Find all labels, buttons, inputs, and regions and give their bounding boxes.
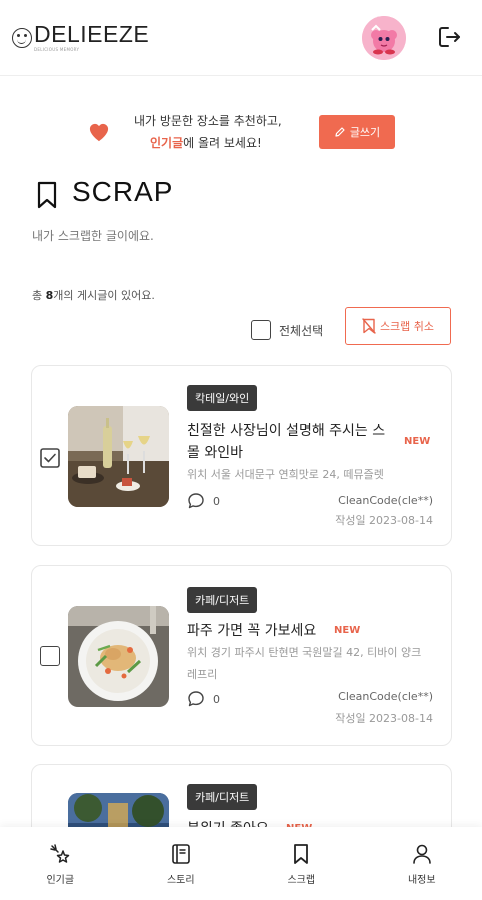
post-author: CleanCode(cle**): [338, 494, 433, 507]
category-badge: 칵테일/와인: [187, 385, 258, 411]
comment-count: 0: [187, 690, 220, 708]
cancel-scrap-button[interactable]: 스크랩 취소: [345, 307, 451, 345]
page-title: SCRAP: [72, 176, 174, 207]
popular-highlight: 인기글: [150, 136, 184, 150]
pasta-photo: [68, 606, 169, 707]
select-all-checkbox[interactable]: [251, 320, 271, 340]
post-thumbnail[interactable]: [68, 406, 169, 507]
bookmark-icon: [294, 844, 309, 864]
comment-icon: [188, 691, 204, 707]
post-card[interactable]: 카페/디저트 파주 가면 꼭 가보세요 NEW 위치 경기 파주시 탄현면 국원…: [31, 565, 452, 746]
nav-item-story[interactable]: 스토리: [121, 827, 242, 900]
wine-photo: [68, 406, 169, 507]
avatar[interactable]: [362, 16, 406, 60]
sparkles-icon: [50, 844, 70, 863]
nav-label: 인기글: [46, 875, 75, 886]
select-all-toggle[interactable]: 전체선택: [251, 320, 323, 340]
category-badge: 카페/디저트: [187, 784, 258, 810]
banner-text-line2-rest: 에 올려 보세요!: [183, 136, 262, 150]
bottom-nav: 인기글 스토리 스크랩 내정보: [0, 827, 482, 900]
app-header: DELIEEZE DELICIOUS MEMORY: [0, 0, 482, 76]
new-badge: NEW: [334, 625, 361, 636]
nav-item-popular[interactable]: 인기글: [0, 827, 121, 900]
write-post-label: 글쓰기: [349, 126, 381, 139]
category-badge: 카페/디저트: [187, 587, 258, 613]
post-thumbnail[interactable]: [68, 606, 169, 707]
logo[interactable]: DELIEEZE DELICIOUS MEMORY: [12, 22, 149, 52]
nav-label: 스토리: [166, 875, 195, 886]
pencil-icon: [335, 127, 345, 137]
smiley-logo-icon: [12, 28, 32, 48]
post-address: 위치 경기 파주시 탄현면 국원말길 42, 티바이 양크레프리: [187, 646, 422, 681]
heart-icon: [89, 123, 109, 142]
book-icon: [171, 844, 190, 864]
nav-item-scrap[interactable]: 스크랩: [241, 827, 362, 900]
logout-button[interactable]: [437, 24, 463, 50]
logo-subtext: DELICIOUS MEMORY: [34, 47, 80, 52]
banner-text-line1: 내가 방문한 장소를 추천하고,: [134, 114, 282, 128]
comment-icon: [188, 493, 204, 509]
nav-item-profile[interactable]: 내정보: [362, 827, 482, 900]
post-address: 위치 서울 서대문구 연희맛로 24, 떼뮤즐렛: [187, 468, 384, 481]
banner-text-line2: 인기글에 올려 보세요!: [150, 134, 262, 151]
post-card[interactable]: 칵테일/와인 친절한 사장님이 설명해 주시는 스몰 와인바 NEW 위치 서울…: [31, 365, 452, 546]
post-checkbox-checked[interactable]: [40, 448, 60, 468]
recommend-banner: 내가 방문한 장소를 추천하고, 인기글에 올려 보세요! 글쓰기: [0, 108, 482, 156]
post-date: 작성일 2023-08-14: [335, 712, 433, 725]
bookmark-off-icon: [362, 318, 376, 334]
cancel-scrap-label: 스크랩 취소: [379, 320, 435, 333]
page-subtitle: 내가 스크랩한 글이에요.: [32, 229, 154, 243]
nav-label: 내정보: [407, 875, 436, 886]
post-checkbox[interactable]: [40, 646, 60, 666]
user-icon: [412, 844, 431, 864]
post-author: CleanCode(cle**): [338, 690, 433, 703]
comment-count: 0: [187, 492, 220, 510]
logo-text: DELIEEZE: [34, 21, 150, 47]
select-all-label: 전체선택: [279, 323, 324, 338]
post-title[interactable]: 친절한 사장님이 설명해 주시는 스몰 와인바: [187, 420, 387, 464]
post-date: 작성일 2023-08-14: [335, 514, 433, 527]
new-badge: NEW: [404, 436, 431, 447]
logout-icon: [439, 27, 460, 47]
nav-label: 스크랩: [287, 875, 316, 886]
kirby-avatar-icon: [362, 16, 406, 60]
post-count-text: 총 8개의 게시글이 있어요.: [32, 289, 155, 302]
write-post-button[interactable]: 글쓰기: [319, 115, 395, 149]
bookmark-icon: [37, 181, 57, 209]
